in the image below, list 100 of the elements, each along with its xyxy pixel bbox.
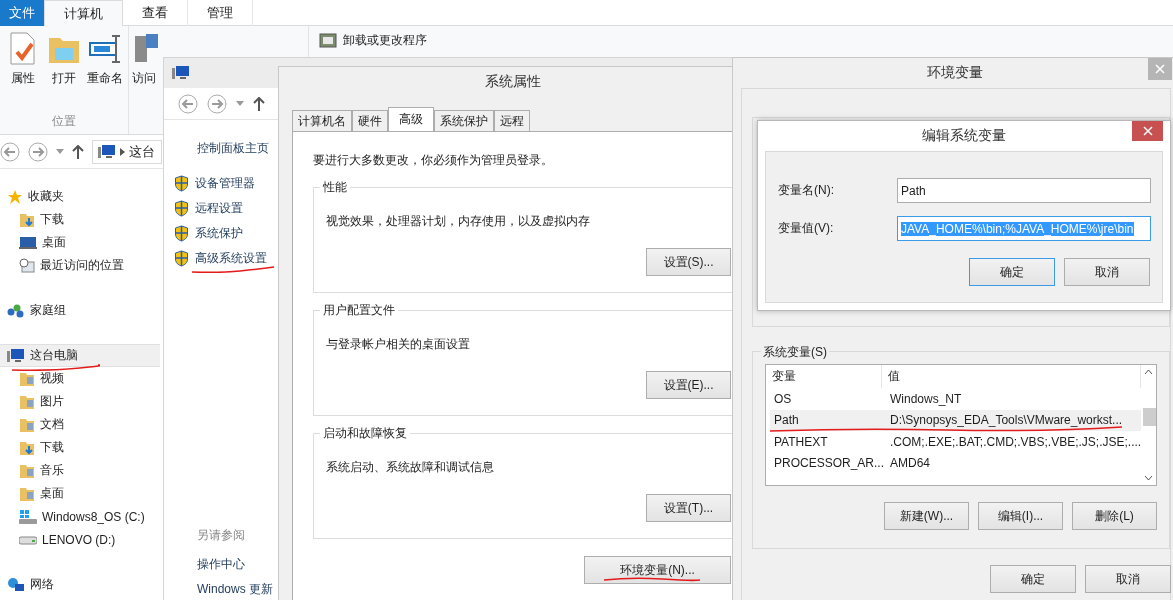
document-check-icon [8,32,38,66]
list-row[interactable]: PATHEXT .COM;.EXE;.BAT;.CMD;.VBS;.VBE;.JS;.JSE;.... [770,431,1142,453]
star-icon [7,188,23,205]
notice-text: 要进行大多数更改，你必须作为管理员登录。 [313,152,554,169]
folder-icon [19,393,35,410]
nav-item[interactable]: 网络 [0,573,160,596]
nav-item[interactable]: 最近访问的位置 [0,254,160,277]
group-title: 性能 [320,179,350,196]
shield-icon [174,175,189,192]
ribbon-tab[interactable]: 计算机 [44,0,123,27]
sidebar-link[interactable]: 系统保护 [195,225,243,242]
nav-item[interactable]: 收藏夹 [0,185,160,208]
computer-icon [7,347,25,364]
ribbon-button-label[interactable]: 属性 [11,70,35,87]
drive-icon [19,533,37,546]
close-button[interactable] [1132,121,1163,141]
column-header[interactable]: 变量 [766,365,882,388]
scroll-down-icon [1144,475,1154,481]
sidebar-link[interactable]: Windows 更新 [197,581,273,598]
list-action-button[interactable]: 删除(L) [1072,502,1157,530]
chevron-right-icon [120,147,125,156]
list-row[interactable]: Path D:\Synopsys_EDA_Tools\VMware_workst... [770,409,1142,431]
ribbon-button-label[interactable]: 访问 [132,70,156,87]
tab[interactable]: 系统保护 [434,110,494,131]
dropdown-caret-icon [236,101,244,106]
tab[interactable]: 计算机名 [292,110,352,131]
dialog-title: 编辑系统变量 [758,121,1170,151]
dialog-button[interactable]: 取消 [1085,565,1171,593]
table-cell-text: Path [773,413,800,428]
sidebar-link[interactable]: 高级系统设置 [195,250,267,267]
folder-download-icon [19,211,35,228]
group-title: 启动和故障恢复 [320,425,410,442]
close-button[interactable] [1148,58,1172,80]
ribbon-button-label[interactable]: 重命名 [87,70,123,87]
nav-item[interactable]: 桌面 [0,482,160,505]
table-cell-text: PATHEXT [773,434,829,449]
group-description: 视觉效果，处理器计划，内存使用，以及虚拟内存 [326,213,591,230]
control-panel-home-link[interactable]: 控制面板主页 [174,140,278,157]
shield-icon [174,225,189,242]
tab[interactable]: 高级 [388,107,434,131]
group-description: 系统启动、系统故障和调试信息 [326,459,495,476]
settings-button[interactable]: 设置(S)... [646,248,731,276]
uninstall-icon [319,31,337,49]
folder-icon [19,370,35,387]
nav-item[interactable]: 桌面 [0,231,160,254]
group-description: 与登录帐户相关的桌面设置 [326,336,471,353]
recent-places-icon [19,257,35,274]
table-cell-text: PROCESSOR_AR... [773,456,886,471]
sidebar-link[interactable]: 操作中心 [197,556,245,573]
group-title: 系统变量(S) [761,344,829,361]
see-also-heading: 另请参阅 [196,527,246,544]
environment-variables-button[interactable]: 环境变量(N)... [584,556,731,584]
sidebar-link[interactable]: 设备管理器 [195,175,255,192]
shield-icon [174,200,189,217]
dialog-button[interactable]: 确定 [969,258,1055,286]
column-header[interactable]: 值 [882,365,1142,388]
nav-item[interactable]: 家庭组 [0,299,160,322]
nav-item[interactable]: 音乐 [0,459,160,482]
nav-item[interactable]: 这台电脑 [0,344,160,367]
field-label: 变量名(N): [778,182,835,199]
table-cell-text: .COM;.EXE;.BAT;.CMD;.VBS;.VBE;.JS;.JSE;.... [889,434,1142,449]
folder-icon [19,485,35,502]
nav-item[interactable]: 图片 [0,390,160,413]
scroll-up-icon [1144,369,1154,375]
scroll-thumb[interactable] [1143,408,1156,426]
list-action-button[interactable]: 编辑(I)... [978,502,1063,530]
tab[interactable]: 硬件 [352,110,388,131]
group-title: 用户配置文件 [320,302,398,319]
address-bar[interactable]: 这台 [92,139,162,164]
shield-icon [174,250,189,267]
up-arrow-icon [72,144,84,159]
file-menu-tab[interactable]: 文件 [0,0,44,26]
list-row[interactable]: OS Windows_NT [770,388,1142,410]
table-cell-text: Windows_NT [889,391,963,406]
settings-button[interactable]: 设置(T)... [646,494,731,522]
close-icon [1155,64,1165,74]
sidebar-link[interactable]: 远程设置 [195,200,243,217]
ribbon-button-label[interactable]: 打开 [52,70,76,87]
nav-item[interactable]: 下载 [0,208,160,231]
dialog-title: 环境变量 [733,58,1173,88]
list-row[interactable]: PROCESSOR_AR... AMD64 [770,452,1142,474]
computer-icon [172,65,190,81]
settings-button[interactable]: 设置(E)... [646,371,731,399]
ribbon-link[interactable]: 卸载或更改程序 [343,31,427,49]
nav-item[interactable]: LENOVO (D:) [0,528,160,551]
table-cell-text: D:\Synopsys_EDA_Tools\VMware_workst... [889,413,1124,428]
computer-icon [98,143,116,160]
nav-item[interactable]: 文档 [0,413,160,436]
close-icon [1142,126,1153,136]
tab[interactable]: 远程 [494,110,530,131]
nav-item[interactable]: 视频 [0,367,160,390]
list-action-button[interactable]: 新建(W)... [884,502,969,530]
folder-icon [19,416,35,433]
nav-item[interactable]: Windows8_OS (C:) [0,505,160,528]
input-field[interactable]: Path [897,178,1151,203]
dropdown-caret-icon [56,149,64,154]
rename-icon [88,32,122,66]
dialog-button[interactable]: 取消 [1064,258,1150,286]
nav-item[interactable]: 下载 [0,436,160,459]
dialog-button[interactable]: 确定 [990,565,1076,593]
